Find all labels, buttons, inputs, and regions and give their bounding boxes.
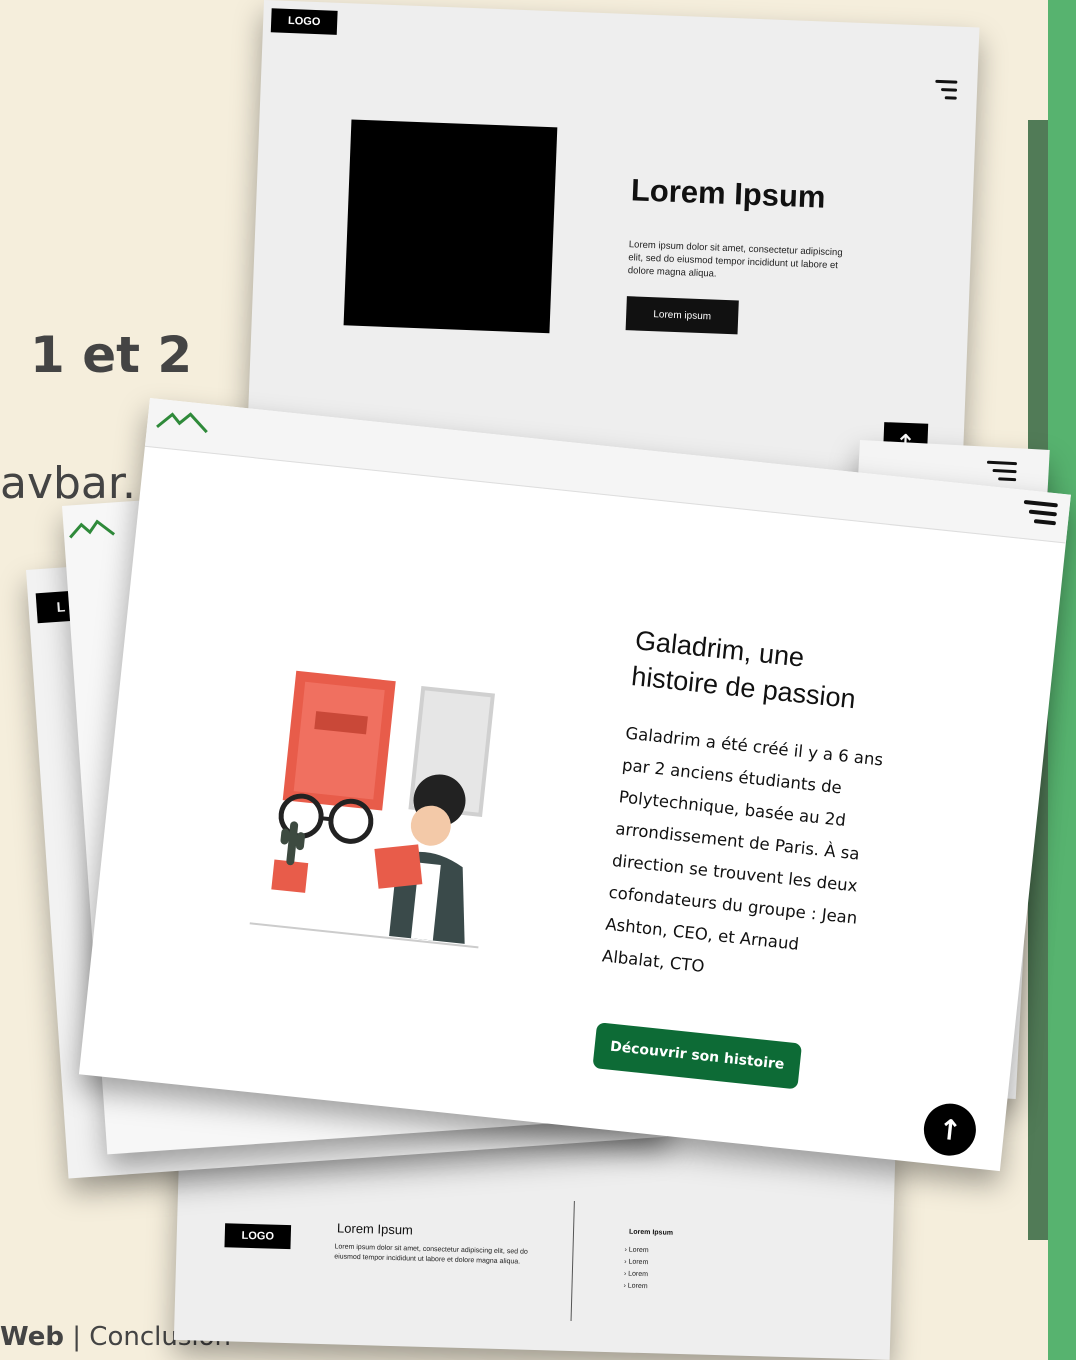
- slide-heading-fragment: 1 et 2: [30, 326, 193, 384]
- woman-reading-illustration: [249, 670, 495, 949]
- footer-links-list: › Lorem › Lorem › Lorem › Lorem: [623, 1244, 648, 1293]
- hamburger-menu-icon[interactable]: [1021, 499, 1058, 530]
- footer-bold: Web: [0, 1322, 64, 1352]
- footer-link[interactable]: › Lorem: [623, 1280, 647, 1293]
- hero-logo: LOGO: [270, 8, 338, 35]
- footer-logo: LOGO: [224, 1223, 292, 1250]
- footer-link[interactable]: › Lorem: [624, 1244, 648, 1257]
- hamburger-menu-icon[interactable]: [986, 460, 1018, 487]
- footer-links-title: Lorem Ipsum: [628, 1228, 674, 1237]
- arrow-up-circle-icon[interactable]: ↑: [921, 1101, 979, 1159]
- footer-link[interactable]: › Lorem: [624, 1268, 648, 1281]
- footer-link[interactable]: › Lorem: [624, 1256, 648, 1269]
- footer-divider: [570, 1201, 575, 1322]
- hero-title: Lorem Ipsum: [630, 172, 827, 215]
- hero-body: Lorem ipsum dolor sit amet, consectetur …: [627, 239, 843, 280]
- discover-history-button[interactable]: Découvrir son histoire: [592, 1022, 803, 1090]
- hero-button[interactable]: Lorem ipsum: [625, 296, 739, 335]
- green-side-bar: [1048, 0, 1076, 1360]
- mountain-logo-icon: [69, 519, 116, 539]
- image-placeholder: [343, 119, 558, 334]
- galadrim-card: Galadrim, une histoire de passion Galadr…: [78, 398, 1071, 1172]
- footer-title: Lorem Ipsum: [336, 1220, 414, 1238]
- hamburger-menu-icon[interactable]: [935, 79, 958, 105]
- footer-separator: |: [64, 1322, 90, 1352]
- galadrim-title: Galadrim, une histoire de passion: [630, 625, 858, 715]
- footer-body: Lorem ipsum dolor sit amet, consectetur …: [334, 1243, 528, 1266]
- galadrim-body: Galadrim a été créé il y a 6 ans par 2 a…: [601, 723, 885, 977]
